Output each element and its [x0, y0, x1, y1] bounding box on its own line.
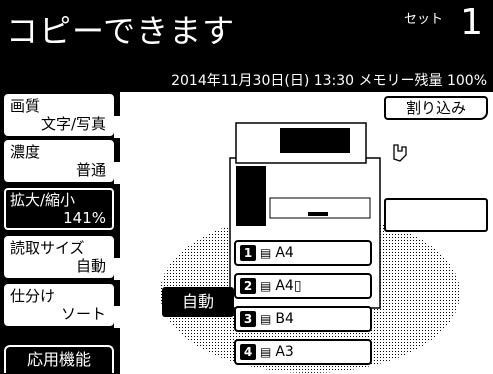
sort-button[interactable]: 仕分け ソート	[4, 284, 114, 326]
datetime-memory: 2014年11月30日(日) 13:30 メモリー残量 100%	[171, 73, 487, 89]
copier-output	[236, 166, 266, 226]
tray-button-1[interactable]: 1 ▤ A4	[234, 240, 372, 266]
tray-button-4[interactable]: 4 ▤ A3	[234, 339, 372, 365]
interrupt-button[interactable]: 割り込み	[384, 96, 488, 120]
blank-button[interactable]	[384, 198, 488, 232]
copier-handle	[308, 212, 328, 216]
paper-icon: ▤	[260, 279, 272, 293]
scan-size-value: 自動	[75, 257, 106, 275]
tray-size: B4	[275, 311, 294, 327]
paper-icon: ▤	[260, 312, 272, 326]
copy-count: 1	[460, 2, 483, 43]
density-label: 濃度	[10, 143, 41, 161]
tray-size: A3	[275, 344, 294, 360]
tray-size: A4▯	[275, 278, 302, 294]
paper-icon: ▤	[260, 246, 272, 260]
density-button[interactable]: 濃度 普通	[4, 140, 114, 182]
tray-button-2[interactable]: 2 ▤ A4▯	[234, 273, 372, 299]
paper-icon: ▤	[260, 345, 272, 359]
app-functions-button[interactable]: 応用機能	[4, 345, 114, 373]
tray-size: A4	[275, 245, 294, 261]
tray-number: 2	[240, 278, 256, 294]
auto-paper-button[interactable]: 自動	[162, 287, 234, 317]
sort-value: ソート	[60, 305, 106, 323]
status-title: コピーできます	[6, 12, 236, 50]
zoom-value: 141%	[63, 209, 106, 227]
scan-size-button[interactable]: 読取サイズ 自動	[4, 236, 114, 278]
copier-panel	[280, 128, 350, 153]
scan-size-label: 読取サイズ	[10, 239, 85, 257]
tray-number: 3	[240, 311, 256, 327]
image-quality-label: 画質	[10, 97, 41, 115]
zoom-button[interactable]: 拡大/縮小 141%	[4, 188, 114, 230]
tray-button-3[interactable]: 3 ▤ B4	[234, 306, 372, 332]
image-quality-value: 文字/写真	[40, 115, 106, 133]
image-quality-button[interactable]: 画質 文字/写真	[4, 94, 114, 136]
tray-number: 1	[240, 245, 256, 261]
density-value: 普通	[75, 161, 106, 179]
finger-icon	[393, 144, 407, 162]
zoom-label: 拡大/縮小	[10, 191, 76, 209]
tray-number: 4	[240, 344, 256, 360]
status-header: コピーできます セット 1 2014年11月30日(日) 13:30 メモリー残…	[0, 0, 493, 92]
set-label: セット	[404, 12, 444, 27]
sort-label: 仕分け	[10, 287, 56, 305]
